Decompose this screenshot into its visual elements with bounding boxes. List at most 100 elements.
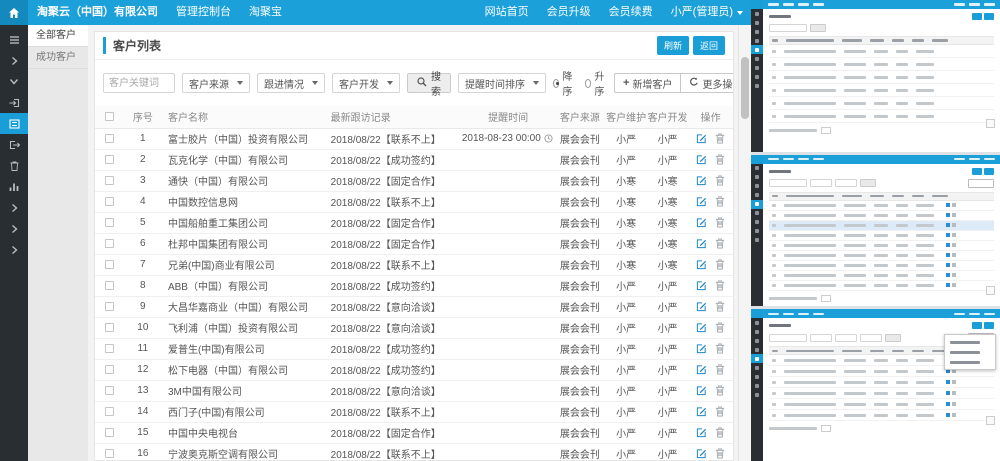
table-row[interactable]: 11 爱普生(中国)有限公司 2018/08/22【成功签约】 展会会刊 小严 … xyxy=(95,338,733,359)
chevron-right-icon[interactable] xyxy=(0,239,28,260)
back-button[interactable]: 返回 xyxy=(693,36,725,55)
table-row[interactable]: 14 西门子(中国)有限公司 2018/08/22【联系不上】 展会会刊 小严 … xyxy=(95,401,733,422)
sort-desc-radio[interactable]: 降序 xyxy=(553,68,575,98)
preview-thumbnail-1[interactable] xyxy=(751,0,1000,152)
row-checkbox[interactable] xyxy=(105,386,114,395)
row-checkbox[interactable] xyxy=(105,407,114,416)
edit-icon[interactable] xyxy=(696,364,707,375)
table-row[interactable]: 5 中国船舶重工集团公司 2018/08/22【固定合作】 展会会刊 小寒 小寒 xyxy=(95,212,733,233)
row-checkbox[interactable] xyxy=(105,239,114,248)
trash-icon[interactable] xyxy=(715,175,725,186)
customer-developer-select[interactable]: 客户开发 xyxy=(332,73,400,93)
company-name[interactable]: 淘聚云（中国）有限公司 xyxy=(28,0,167,25)
row-checkbox[interactable] xyxy=(105,449,114,458)
edit-icon[interactable] xyxy=(696,238,707,249)
nav-member-upgrade[interactable]: 会员升级 xyxy=(538,0,600,25)
sort-field-select[interactable]: 提醒时间排序 xyxy=(458,73,546,93)
table-row[interactable]: 6 杜邦中国集团有限公司 2018/08/22【固定合作】 展会会刊 小寒 小寒 xyxy=(95,233,733,254)
trash-icon[interactable] xyxy=(715,301,725,312)
sidebar-item-success-customers[interactable]: 成功客户 xyxy=(28,47,88,69)
table-row[interactable]: 2 瓦克化学（中国）有限公司 2018/08/22【成功签约】 展会会刊 小严 … xyxy=(95,149,733,170)
row-checkbox[interactable] xyxy=(105,197,114,206)
nav-admin-console[interactable]: 管理控制台 xyxy=(167,0,240,25)
trash-icon[interactable] xyxy=(715,280,725,291)
trash-icon[interactable] xyxy=(715,448,725,459)
vertical-scrollbar[interactable] xyxy=(738,25,751,461)
table-row[interactable]: 1 富士胶片（中国）投资有限公司 2018/08/22【联系不上】 2018-0… xyxy=(95,128,733,149)
trash-icon[interactable] xyxy=(715,133,725,144)
table-row[interactable]: 7 兄弟(中国)商业有限公司 2018/08/22【联系不上】 展会会刊 小寒 … xyxy=(95,254,733,275)
row-checkbox[interactable] xyxy=(105,155,114,164)
row-checkbox[interactable] xyxy=(105,281,114,290)
row-checkbox[interactable] xyxy=(105,323,114,332)
table-row[interactable]: 9 大昌华嘉商业（中国）有限公司 2018/08/22【意向洽谈】 展会会刊 小… xyxy=(95,296,733,317)
edit-icon[interactable] xyxy=(696,322,707,333)
select-all-checkbox[interactable] xyxy=(105,112,114,121)
sort-asc-radio[interactable]: 升序 xyxy=(585,68,607,98)
edit-icon[interactable] xyxy=(696,343,707,354)
table-row[interactable]: 10 飞利浦（中国）投资有限公司 2018/08/22【意向洽谈】 展会会刊 小… xyxy=(95,317,733,338)
trash-icon[interactable] xyxy=(715,238,725,249)
chevron-right-icon[interactable] xyxy=(0,197,28,218)
sign-in-icon[interactable] xyxy=(0,92,28,113)
table-row[interactable]: 3 通快（中国）有限公司 2018/08/22【固定合作】 展会会刊 小寒 小寒 xyxy=(95,170,733,191)
edit-icon[interactable] xyxy=(696,385,707,396)
chevron-right-icon[interactable] xyxy=(0,218,28,239)
chevron-right-icon[interactable] xyxy=(0,50,28,71)
edit-icon[interactable] xyxy=(696,280,707,291)
scrollbar-thumb[interactable] xyxy=(741,57,749,119)
trash-icon[interactable] xyxy=(715,154,725,165)
menu-icon[interactable] xyxy=(0,29,28,50)
trash-icon[interactable] xyxy=(715,427,725,438)
edit-icon[interactable] xyxy=(696,301,707,312)
nav-member-renew[interactable]: 会员续费 xyxy=(600,0,662,25)
preview-thumbnail-3[interactable] xyxy=(751,309,1000,461)
trash-icon[interactable] xyxy=(715,343,725,354)
home-icon[interactable] xyxy=(0,0,28,25)
table-row[interactable]: 13 3M中国有限公司 2018/08/22【意向洽谈】 展会会刊 小严 小严 xyxy=(95,380,733,401)
row-checkbox[interactable] xyxy=(105,344,114,353)
nav-taojubao[interactable]: 淘聚宝 xyxy=(240,0,291,25)
trash-icon[interactable] xyxy=(715,217,725,228)
preview-thumbnail-2[interactable] xyxy=(751,155,1000,307)
chevron-down-icon[interactable] xyxy=(0,71,28,92)
edit-icon[interactable] xyxy=(696,175,707,186)
row-checkbox[interactable] xyxy=(105,260,114,269)
sidebar-item-all-customers[interactable]: 全部客户 xyxy=(28,25,88,47)
trash-icon[interactable] xyxy=(0,155,28,176)
add-customer-button[interactable]: +新增客户 xyxy=(614,73,681,93)
edit-icon[interactable] xyxy=(696,448,707,459)
user-menu[interactable]: 小严(管理员) xyxy=(662,0,751,25)
keyword-input[interactable] xyxy=(103,73,175,93)
table-row[interactable]: 15 中国中央电视台 2018/08/22【固定合作】 展会会刊 小严 小严 xyxy=(95,422,733,443)
edit-icon[interactable] xyxy=(696,406,707,417)
row-checkbox[interactable] xyxy=(105,218,114,227)
edit-icon[interactable] xyxy=(696,154,707,165)
edit-icon[interactable] xyxy=(696,259,707,270)
table-row[interactable]: 8 ABB（中国）有限公司 2018/08/22【成功签约】 展会会刊 小严 小… xyxy=(95,275,733,296)
trash-icon[interactable] xyxy=(715,196,725,207)
trash-icon[interactable] xyxy=(715,259,725,270)
trash-icon[interactable] xyxy=(715,322,725,333)
table-row[interactable]: 12 松下电器（中国）有限公司 2018/08/22【成功签约】 展会会刊 小严… xyxy=(95,359,733,380)
customer-source-select[interactable]: 客户来源 xyxy=(182,73,250,93)
refresh-button[interactable]: 刷新 xyxy=(657,36,689,55)
row-checkbox[interactable] xyxy=(105,365,114,374)
row-checkbox[interactable] xyxy=(105,428,114,437)
followup-status-select[interactable]: 跟进情况 xyxy=(257,73,325,93)
row-checkbox[interactable] xyxy=(105,176,114,185)
table-row[interactable]: 16 宁波奥克斯空调有限公司 2018/08/22【联系不上】 展会会刊 小严 … xyxy=(95,443,733,461)
edit-icon[interactable] xyxy=(696,196,707,207)
edit-icon[interactable] xyxy=(696,427,707,438)
search-button[interactable]: 搜索 xyxy=(407,73,451,93)
nav-site-home[interactable]: 网站首页 xyxy=(476,0,538,25)
more-actions-button[interactable]: 更多操作 xyxy=(681,73,734,93)
sign-out-icon[interactable] xyxy=(0,134,28,155)
trash-icon[interactable] xyxy=(715,364,725,375)
row-checkbox[interactable] xyxy=(105,134,114,143)
trash-icon[interactable] xyxy=(715,406,725,417)
chart-icon[interactable] xyxy=(0,176,28,197)
edit-icon[interactable] xyxy=(696,133,707,144)
trash-icon[interactable] xyxy=(715,385,725,396)
table-row[interactable]: 4 中国数控信息网 2018/08/22【联系不上】 展会会刊 小寒 小寒 xyxy=(95,191,733,212)
